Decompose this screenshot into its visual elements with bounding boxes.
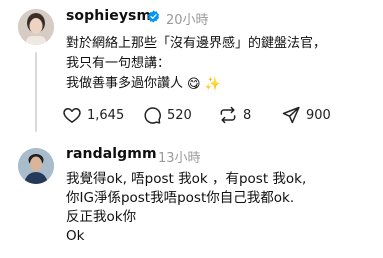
post-text-segment: 我做善事多過你讚人 xyxy=(66,76,184,91)
reply-text-line: 我覺得ok, 唔post 我ok ，有post 我ok, xyxy=(66,171,307,187)
post-timestamp: 20小時 xyxy=(166,13,209,28)
reply-button[interactable]: 520 xyxy=(142,104,192,126)
share-button[interactable]: 900 xyxy=(281,104,331,126)
repost-icon xyxy=(220,106,236,124)
reply-text: 我覺得ok, 唔post 我ok ，有post 我ok, 你IG淨係post我唔… xyxy=(66,170,378,246)
heart-icon xyxy=(63,108,81,123)
avatar[interactable] xyxy=(18,148,54,184)
repost-count: 8 xyxy=(243,107,252,123)
reply-text-line: Ok xyxy=(66,228,85,244)
post-text-line: 對於網絡上那些「沒有邊界感」的鍵盤法官， xyxy=(66,36,327,51)
post-username[interactable]: sophieysm xyxy=(66,8,151,24)
avatar[interactable] xyxy=(18,9,54,45)
like-button[interactable]: 1,645 xyxy=(62,104,124,126)
avatar-photo-icon xyxy=(18,148,54,184)
like-count: 1,645 xyxy=(87,107,125,123)
verified-badge-icon xyxy=(147,10,160,23)
repost-button[interactable]: 8 xyxy=(218,104,251,126)
post-text-line: 我只有一句想講： xyxy=(66,56,171,71)
threads-post: sophieysm 20小時 對於網絡上那些「沒有邊界感」的鍵盤法官， 我只有一… xyxy=(0,0,383,258)
share-count: 900 xyxy=(306,107,331,123)
comment-icon xyxy=(144,107,161,124)
reply-username[interactable]: randalgmm xyxy=(66,146,157,162)
post-text: 對於網絡上那些「沒有邊界感」的鍵盤法官， 我只有一句想講： 我做善事多過你讚人 😋… xyxy=(66,34,378,95)
post-text-line: 我做善事多過你讚人 😋 ✨ xyxy=(66,74,378,95)
avatar-photo-icon xyxy=(18,9,54,45)
emoji-sparkles: ✨ xyxy=(204,77,221,92)
emoji-yum: 😋 xyxy=(187,77,201,92)
reply-text-line: 反正我ok你 xyxy=(66,209,137,225)
reply-timestamp: 13小時 xyxy=(158,151,201,166)
post-actions: 1,645 520 8 900 xyxy=(62,104,362,126)
thread-line xyxy=(35,52,37,132)
reply-text-line: 你IG淨係post我唔post你自己我都ok. xyxy=(66,190,295,206)
reply-count: 520 xyxy=(167,107,192,123)
send-icon xyxy=(282,106,300,124)
